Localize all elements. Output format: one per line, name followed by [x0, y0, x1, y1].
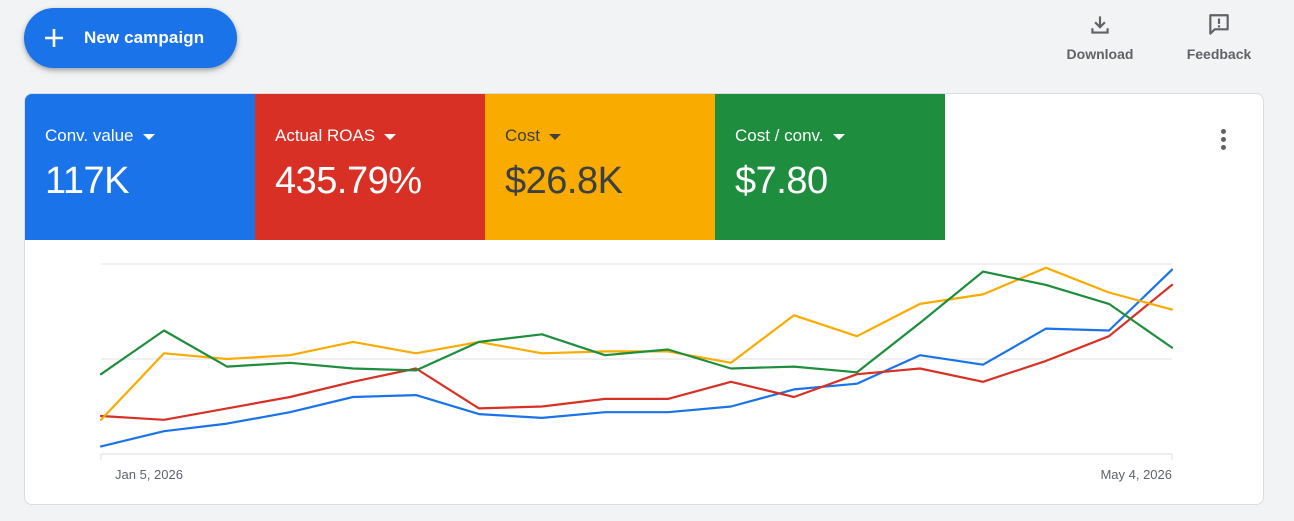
- download-button[interactable]: Download: [1055, 12, 1145, 62]
- x-tick-label-end: May 4, 2026: [1100, 467, 1172, 482]
- download-icon: [1091, 16, 1109, 34]
- series-line: [99, 266, 1174, 421]
- series-line: [99, 268, 1174, 448]
- x-tick-label-start: Jan 5, 2026: [115, 467, 183, 482]
- new-campaign-label: New campaign: [84, 28, 205, 47]
- plus-icon: [45, 29, 63, 47]
- download-label: Download: [1066, 46, 1134, 62]
- new-campaign-button[interactable]: New campaign: [24, 8, 237, 68]
- feedback-button[interactable]: Feedback: [1174, 12, 1264, 62]
- feedback-icon: [1209, 14, 1229, 35]
- performance-line-chart: Jan 5, 2026 May 4, 2026: [99, 263, 1174, 482]
- performance-card: Conv. value 117K Actual ROAS 435.79% Cos…: [24, 93, 1264, 505]
- feedback-label: Feedback: [1186, 46, 1252, 62]
